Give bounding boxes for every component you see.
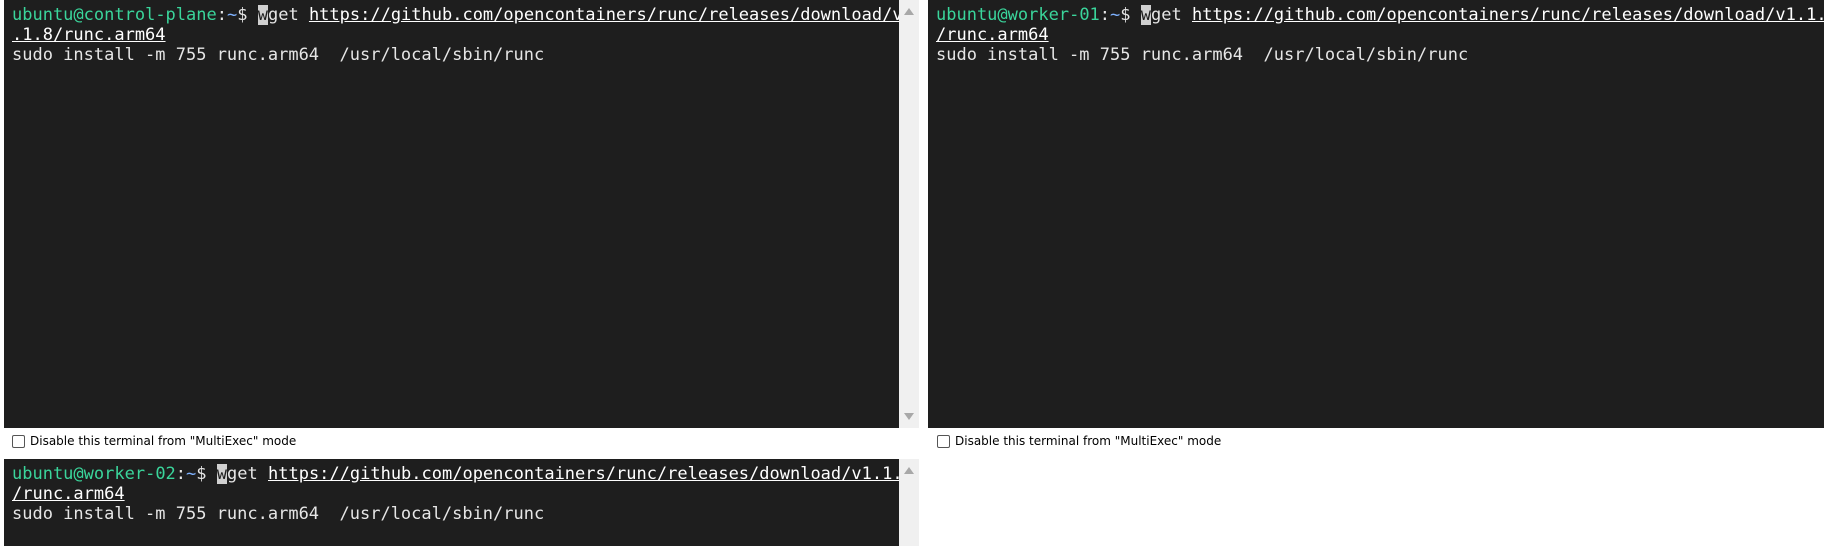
prompt-symbol: $ (237, 5, 248, 25)
multiexec-checkbox[interactable] (937, 434, 950, 448)
prompt-path: ~ (186, 464, 197, 484)
terminal-line-3: sudo install -m 755 runc.arm64 /usr/loca… (12, 504, 545, 524)
terminal-line-2: /runc.arm64 (12, 484, 891, 504)
terminal-scrollbar[interactable] (899, 0, 919, 428)
terminal-line-2: /runc.arm64 (936, 25, 1816, 45)
terminal-line-1: ubuntu@control-plane:~$ wget https://git… (12, 5, 899, 25)
prompt-path: ~ (226, 5, 238, 25)
terminal-scrollbar[interactable] (899, 459, 919, 546)
prompt-symbol: $ (1120, 5, 1131, 25)
text-cursor: w (1140, 5, 1152, 25)
download-url-link[interactable]: https://github.com/opencontainers/runc/r… (268, 464, 899, 484)
terminal-worker-02[interactable]: ubuntu@worker-02:~$ wget https://github.… (4, 459, 899, 546)
multiexec-toggle-worker-01[interactable]: Disable this terminal from "MultiExec" m… (937, 434, 1221, 448)
terminal-line-1: ubuntu@worker-01:~$ wget https://github.… (936, 5, 1824, 25)
download-url-link[interactable]: https://github.com/opencontainers/runc/r… (1192, 5, 1824, 25)
command-text: get (227, 464, 268, 484)
terminal-worker-01[interactable]: ubuntu@worker-01:~$ wget https://github.… (928, 0, 1824, 428)
download-url-link-cont[interactable]: /runc.arm64 (12, 484, 125, 504)
scroll-down-icon[interactable] (904, 413, 914, 420)
download-url-link[interactable]: https://github.com/opencontainers/runc/r… (309, 5, 899, 25)
terminal-line-3: sudo install -m 755 runc.arm64 /usr/loca… (936, 45, 1469, 65)
prompt-user-host: ubuntu@worker-02 (12, 464, 176, 484)
prompt-user-host: ubuntu@worker-01 (936, 5, 1100, 25)
terminal-line-2: .1.8/runc.arm64 (12, 25, 891, 45)
multiexec-label: Disable this terminal from "MultiExec" m… (30, 434, 297, 448)
scroll-up-icon[interactable] (904, 8, 914, 15)
terminal-line-1: ubuntu@worker-02:~$ wget https://github.… (12, 464, 899, 484)
scroll-up-icon[interactable] (904, 467, 914, 474)
text-cursor: w (257, 5, 268, 25)
prompt-user-host: ubuntu@control-plane (12, 5, 217, 25)
prompt-path: ~ (1110, 5, 1121, 25)
multiexec-checkbox[interactable] (12, 434, 25, 448)
command-text: get (1151, 5, 1192, 25)
command-text: get (267, 5, 309, 25)
multiexec-toggle-control-plane[interactable]: Disable this terminal from "MultiExec" m… (12, 434, 296, 448)
terminal-line-3: sudo install -m 755 runc.arm64 /usr/loca… (12, 45, 545, 65)
download-url-link-cont[interactable]: .1.8/runc.arm64 (12, 25, 166, 45)
text-cursor: w (216, 464, 228, 484)
download-url-link-cont[interactable]: /runc.arm64 (936, 25, 1049, 45)
prompt-symbol: $ (196, 464, 207, 484)
multiexec-label: Disable this terminal from "MultiExec" m… (955, 434, 1222, 448)
terminal-control-plane[interactable]: ubuntu@control-plane:~$ wget https://git… (4, 0, 899, 428)
